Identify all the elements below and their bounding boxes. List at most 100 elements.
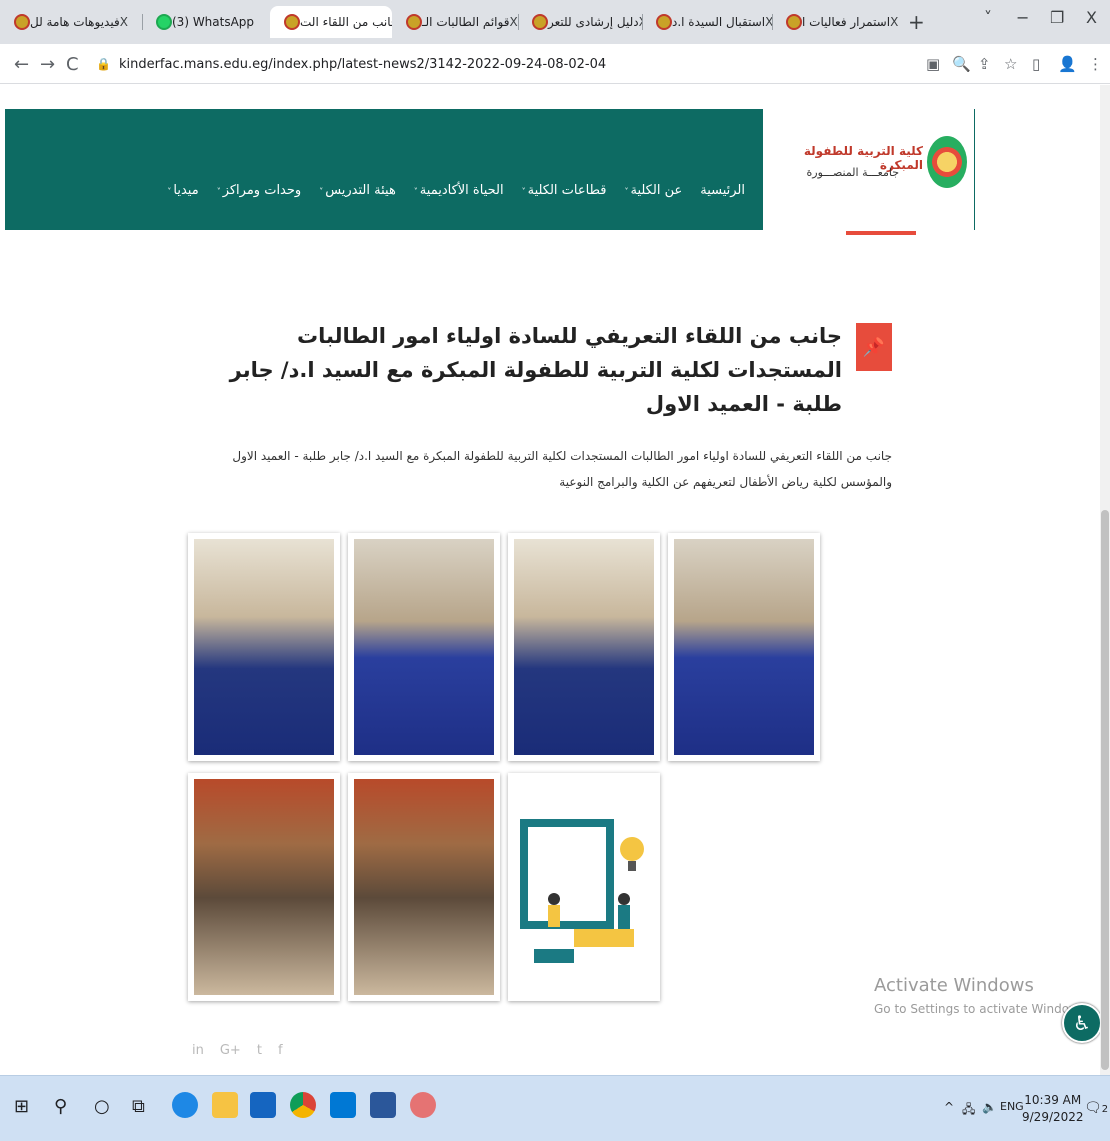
paint-icon[interactable] (410, 1092, 436, 1118)
tab-1[interactable]: استمرار فعاليات ا X (772, 6, 898, 38)
university-seal-icon (927, 136, 967, 188)
file-explorer-icon[interactable] (212, 1092, 238, 1118)
site-logo[interactable]: كلية التربية للطفولة المبكرة جامعـــة ال… (763, 106, 974, 230)
gallery-illustration[interactable] (508, 773, 660, 1001)
gallery-photo[interactable] (348, 773, 500, 1001)
windows-taskbar: ⊞ ⚲ ○ ⧉ ^ 🖧 🔈 ENG 10:39 AM 9/29/2022 🗨2 (0, 1075, 1110, 1141)
bookmark-star-icon[interactable]: ☆ (1004, 55, 1017, 73)
twitter-icon[interactable]: t (257, 1043, 262, 1058)
social-share-bar: in G+ t f (192, 1043, 283, 1058)
tab-6[interactable]: فيديوهات هامة لل X (0, 6, 142, 38)
facebook-icon[interactable]: f (278, 1043, 283, 1058)
forward-icon[interactable]: → (40, 54, 55, 75)
gallery-photo[interactable] (668, 533, 820, 761)
nav-media[interactable]: ميديا˅ (167, 183, 198, 198)
article-body: جانب من اللقاء التعريفي للسادة اولياء ام… (232, 449, 892, 489)
nav-sectors[interactable]: قطاعات الكلية˅ (522, 183, 607, 198)
side-panel-icon[interactable]: ▯ (1032, 55, 1040, 73)
clock-date: 9/29/2022 (1022, 1110, 1084, 1124)
chevron-down-icon: ˅ (624, 187, 629, 196)
word-icon[interactable] (370, 1092, 396, 1118)
site-favicon-icon (656, 14, 672, 30)
search-icon[interactable]: ⚲ (54, 1096, 67, 1117)
tab-5[interactable]: (3) WhatsApp X (142, 6, 268, 38)
zoom-icon[interactable]: 🔍 (952, 55, 971, 73)
site-favicon-icon (786, 14, 802, 30)
notification-count: 2 (1101, 1104, 1109, 1115)
main-nav: الرئيسية عن الكلية˅ قطاعات الكلية˅ الحيا… (145, 183, 745, 198)
chevron-down-icon: ˅ (319, 187, 324, 196)
nav-about[interactable]: عن الكلية˅ (624, 183, 682, 198)
gallery-photo[interactable] (348, 533, 500, 761)
logo-subtitle: جامعـــة المنصـــورة (806, 166, 899, 179)
chevron-down-icon: ˅ (167, 187, 172, 196)
nav-academic-life[interactable]: الحياة الأكاديمية˅ (414, 183, 504, 198)
browser-tab-strip: فيديوهات هامة لل X (3) WhatsApp X جانب م… (0, 0, 1110, 44)
windows-start-icon[interactable]: ⊞ (14, 1096, 29, 1117)
lock-icon: 🔒 (96, 57, 111, 71)
browser-toolbar: ← → C 🔒 kinderfac.mans.edu.eg/index.php/… (0, 44, 1110, 84)
close-window-icon[interactable]: X (1086, 8, 1097, 27)
tab-title: فيديوهات هامة لل (30, 15, 120, 29)
page-viewport: الرئيسية عن الكلية˅ قطاعات الكلية˅ الحيا… (0, 85, 1100, 1075)
mail-icon[interactable] (330, 1092, 356, 1118)
share-icon[interactable]: ⇪ (978, 55, 991, 73)
google-plus-icon[interactable]: G+ (220, 1043, 241, 1058)
clock-time: 10:39 AM (1024, 1093, 1082, 1107)
activate-windows-watermark: Activate Windows Go to Settings to activ… (874, 975, 1089, 1016)
site-favicon-icon (406, 14, 422, 30)
chrome-icon[interactable] (290, 1092, 316, 1118)
back-icon[interactable]: ← (14, 54, 29, 75)
browser-menu-icon[interactable]: ⋮ (1088, 55, 1103, 73)
tab-active[interactable]: جانب من اللقاء الت X (270, 6, 392, 38)
store-icon[interactable] (250, 1092, 276, 1118)
scrollbar-thumb[interactable] (1101, 510, 1109, 1070)
system-clock[interactable]: 10:39 AM 9/29/2022 (1022, 1092, 1084, 1126)
notification-center-icon[interactable]: 🗨2 (1084, 1100, 1108, 1116)
nav-units-centers[interactable]: وحدات ومراكز˅ (217, 183, 302, 198)
close-icon[interactable]: X (120, 15, 128, 29)
task-view-icon[interactable]: ⧉ (132, 1096, 145, 1117)
edge-icon[interactable] (172, 1092, 198, 1118)
close-icon[interactable]: X (890, 15, 898, 29)
article-title: جانب من اللقاء التعريفي للسادة اولياء ام… (229, 324, 842, 416)
tab-4[interactable]: قوائم الطالبات الـ X (392, 6, 518, 38)
volume-icon[interactable]: 🔈 (982, 1100, 997, 1114)
tab-search-icon[interactable]: ˅ (984, 8, 992, 27)
chevron-down-icon: ˅ (521, 187, 526, 196)
cortana-icon[interactable]: ○ (94, 1096, 110, 1117)
minimize-icon[interactable]: − (1016, 8, 1029, 27)
chevron-down-icon: ˅ (413, 187, 418, 196)
close-icon[interactable]: X (509, 15, 517, 29)
site-favicon-icon (14, 14, 30, 30)
show-hidden-icons-icon[interactable]: ^ (944, 1100, 954, 1114)
linkedin-icon[interactable]: in (192, 1043, 204, 1058)
network-icon[interactable]: 🖧 (962, 1100, 975, 1121)
url-text: kinderfac.mans.edu.eg/index.php/latest-n… (118, 56, 607, 72)
tab-2[interactable]: استقبال السيدة ا.د X (642, 6, 772, 38)
input-language[interactable]: ENG (1000, 1100, 1024, 1113)
tab-title: (3) WhatsApp (172, 15, 255, 29)
profile-avatar-icon[interactable]: 👤 (1058, 55, 1077, 73)
gallery-photo[interactable] (188, 773, 340, 1001)
gallery-photo[interactable] (188, 533, 340, 761)
accessibility-icon[interactable]: ♿ (1062, 1003, 1100, 1043)
activate-subtitle: Go to Settings to activate Windows. (874, 1002, 1089, 1016)
tab-title: استمرار فعاليات ا (802, 15, 891, 29)
new-tab-button[interactable]: + (908, 10, 925, 34)
site-favicon-icon (532, 14, 548, 30)
restore-icon[interactable]: ❐ (1050, 8, 1064, 27)
translate-icon[interactable]: ▣ (926, 55, 940, 73)
close-icon[interactable]: X (765, 15, 772, 29)
address-bar[interactable]: 🔒 kinderfac.mans.edu.eg/index.php/latest… (96, 50, 916, 78)
tab-3[interactable]: دليل إرشادى للتعر X (518, 6, 642, 38)
tab-title: استقبال السيدة ا.د (672, 15, 766, 29)
nav-home[interactable]: الرئيسية (700, 183, 745, 198)
site-favicon-icon (284, 14, 300, 30)
pin-icon: 📌 (856, 323, 892, 371)
nav-faculty[interactable]: هيئة التدريس˅ (319, 183, 396, 198)
whatsapp-icon (156, 14, 172, 30)
gallery-photo[interactable] (508, 533, 660, 761)
activate-title: Activate Windows (874, 975, 1034, 996)
reload-icon[interactable]: C (66, 54, 79, 75)
